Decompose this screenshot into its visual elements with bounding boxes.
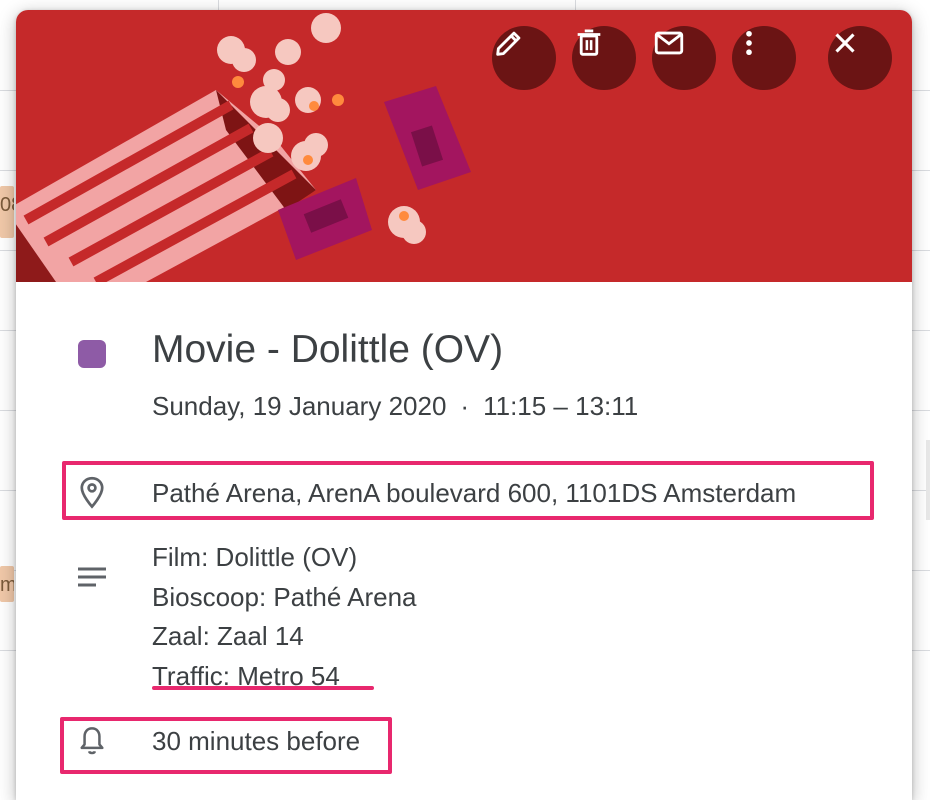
delete-event-button[interactable] xyxy=(572,26,636,90)
event-detail-popup: Movie - Dolittle (OV) Sunday, 19 January… xyxy=(16,10,912,800)
traffic-underline-highlight xyxy=(152,686,374,690)
event-banner-image xyxy=(16,10,912,282)
description-line-film: Film: Dolittle (OV) xyxy=(152,542,358,572)
delete-icon xyxy=(577,29,601,56)
edit-icon xyxy=(496,31,521,56)
more-options-button[interactable] xyxy=(732,26,796,90)
close-button[interactable] xyxy=(828,26,892,90)
background-event-chip[interactable]: 08 xyxy=(0,186,14,238)
more-options-icon xyxy=(746,30,752,56)
location-highlight-box xyxy=(62,461,874,520)
event-title: Movie - Dolittle (OV) xyxy=(152,328,504,371)
datetime-separator: · xyxy=(460,391,470,421)
event-date: Sunday, 19 January 2020 xyxy=(152,391,447,421)
edit-event-button[interactable] xyxy=(492,26,556,90)
close-icon xyxy=(835,33,855,53)
description-icon xyxy=(78,567,106,587)
description-line-cinema: Bioscoop: Pathé Arena xyxy=(152,582,417,612)
background-event-chip[interactable]: m xyxy=(0,566,14,602)
email-guests-button[interactable] xyxy=(652,26,716,90)
description-line-hall: Zaal: Zaal 14 xyxy=(152,621,304,651)
event-color-indicator xyxy=(78,340,106,368)
reminder-highlight-box xyxy=(60,717,392,774)
event-time: 11:15 – 13:11 xyxy=(483,391,639,421)
event-datetime: Sunday, 19 January 2020 · 11:15 – 13:11 xyxy=(152,391,638,422)
background-divider xyxy=(926,440,930,520)
email-icon xyxy=(654,31,684,55)
